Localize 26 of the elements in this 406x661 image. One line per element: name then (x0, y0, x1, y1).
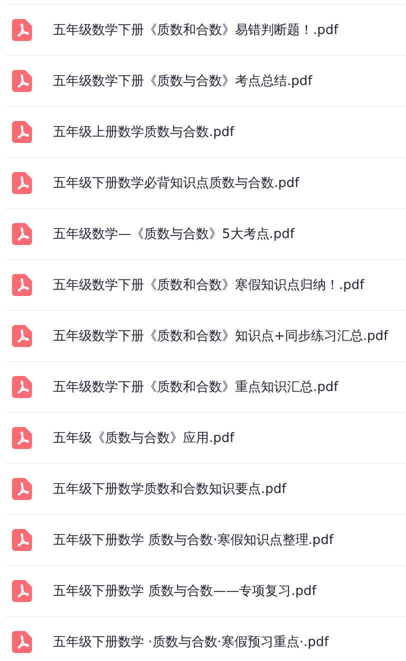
pdf-file-icon (12, 172, 32, 194)
pdf-file-icon (12, 274, 32, 296)
pdf-file-icon (12, 19, 32, 41)
file-name[interactable]: 五年级下册数学 质数与合数·寒假知识点整理.pdf (53, 531, 334, 549)
file-name[interactable]: 五年级上册数学质数与合数.pdf (53, 123, 234, 141)
file-name[interactable]: 五年级《质数与合数》应用.pdf (53, 429, 234, 447)
pdf-file-icon (12, 121, 32, 143)
pdf-file-icon (12, 478, 32, 500)
file-name[interactable]: 五年级下册数学质数和合数知识要点.pdf (53, 480, 286, 498)
file-name[interactable]: 五年级下册数学必背知识点质数与合数.pdf (53, 174, 300, 192)
pdf-file-icon (12, 223, 32, 245)
file-name[interactable]: 五年级下册数学 质数与合数——专项复习.pdf (53, 582, 316, 600)
file-name[interactable]: 五年级数学下册《质数和合数》寒假知识点归纳！.pdf (53, 276, 364, 294)
pdf-file-icon (12, 70, 32, 92)
pdf-file-icon (12, 580, 32, 602)
file-name[interactable]: 五年级数学下册《质数和合数》重点知识汇总.pdf (53, 378, 338, 396)
pdf-file-icon (12, 325, 32, 347)
file-name[interactable]: 五年级数学—《质数与合数》5大考点.pdf (53, 225, 294, 243)
file-name[interactable]: 五年级数学下册《质数和合数》易错判断题！.pdf (53, 21, 338, 39)
file-name[interactable]: 五年级下册数学 ·质数与合数·寒假预习重点·.pdf (53, 633, 329, 651)
pdf-file-icon (12, 631, 32, 653)
file-name[interactable]: 五年级数学下册《质数与合数》考点总结.pdf (53, 72, 312, 90)
file-name[interactable]: 五年级数学下册《质数和合数》知识点+同步练习汇总.pdf (53, 327, 388, 345)
pdf-file-icon (12, 376, 32, 398)
pdf-file-icon (12, 427, 32, 449)
pdf-file-icon (12, 529, 32, 551)
